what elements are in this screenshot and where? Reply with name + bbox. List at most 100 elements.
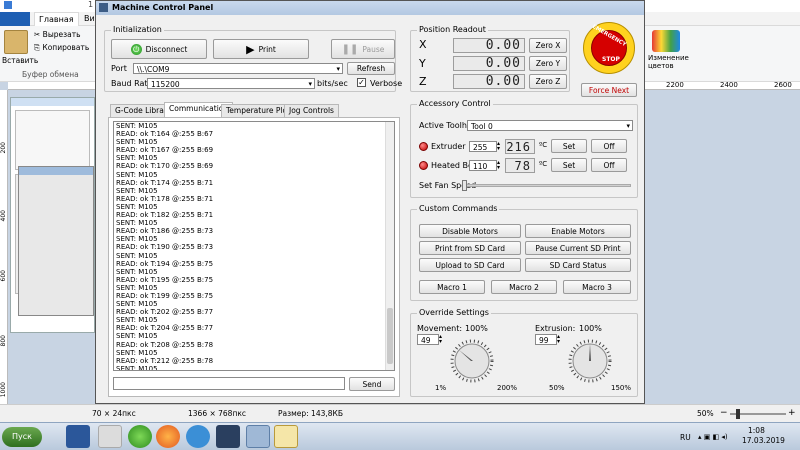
macro-3-button[interactable]: Macro 3: [563, 280, 631, 294]
firefox-taskbar-icon[interactable]: [156, 425, 180, 448]
estop-text-bottom: STOP: [602, 56, 620, 63]
extruder-set-button[interactable]: Set: [551, 139, 587, 153]
extrusion-max: 150%: [611, 384, 632, 392]
position-readout-label: Position Readout: [417, 25, 488, 34]
language-indicator[interactable]: RU: [680, 433, 691, 442]
log-line: SENT: M105: [116, 170, 158, 179]
paint-taskbar-icon[interactable]: [274, 425, 298, 448]
bed-temp-readout: 78: [505, 158, 535, 173]
log-line: READ: ok T:199 @:255 B:75: [116, 291, 214, 300]
extruder-target-input[interactable]: 255: [469, 141, 497, 152]
baud-rate-select[interactable]: 115200 ▾: [147, 78, 315, 89]
extrusion-input[interactable]: 99: [535, 334, 557, 345]
log-line: READ: ok T:167 @:255 B:69: [116, 146, 214, 155]
disconnect-button[interactable]: ⏻ Disconnect: [111, 39, 207, 59]
tab-home[interactable]: Главная: [34, 12, 79, 26]
bed-off-button[interactable]: Off: [591, 158, 627, 172]
emergency-stop-button[interactable]: EMERGENCY STOP: [583, 22, 635, 74]
fan-speed-slider[interactable]: [462, 180, 631, 191]
port-select[interactable]: \\.\COM9 ▾: [133, 63, 343, 74]
macro-1-button[interactable]: Macro 1: [419, 280, 485, 294]
custom-commands-label: Custom Commands: [417, 204, 500, 213]
log-scrollbar[interactable]: [385, 122, 394, 370]
print-button[interactable]: ▶ Print: [213, 39, 309, 59]
override-settings-group: Override Settings Movement: 100% 49 ▴ ▾ 1…: [410, 308, 638, 397]
extrusion-percent: 100%: [579, 324, 602, 333]
tab-file[interactable]: [0, 12, 30, 26]
extruder-off-button[interactable]: Off: [591, 139, 627, 153]
toolhead-select[interactable]: Tool 0 ▾: [467, 120, 633, 131]
zoom-slider[interactable]: [730, 409, 786, 419]
zoom-slider-thumb[interactable]: [736, 409, 740, 419]
explorer-taskbar-icon[interactable]: [98, 425, 122, 448]
zero-x-button[interactable]: Zero X: [529, 38, 567, 53]
tab-jog-controls[interactable]: Jog Controls: [284, 104, 339, 117]
cut-button[interactable]: ✂ Вырезать: [34, 30, 81, 39]
initialization-label: Initialization: [111, 25, 164, 34]
bed-set-button[interactable]: Set: [551, 158, 587, 172]
start-button[interactable]: Пуск: [2, 427, 42, 447]
window-title: Machine Control Panel: [112, 3, 214, 12]
extrusion-spinner[interactable]: ▴ ▾: [557, 334, 560, 345]
x-axis-label: X: [419, 38, 427, 51]
fan-speed-thumb[interactable]: [462, 180, 467, 191]
log-scroll-thumb[interactable]: [387, 308, 393, 364]
clock-time[interactable]: 1:08: [748, 426, 765, 435]
mcp-titlebar[interactable]: Machine Control Panel: [96, 1, 644, 15]
zero-z-button[interactable]: Zero Z: [529, 74, 567, 89]
save-taskbar-icon[interactable]: [66, 425, 90, 448]
repetier-taskbar-icon[interactable]: [246, 425, 270, 448]
refresh-button[interactable]: Refresh: [347, 62, 395, 75]
zoom-out-icon[interactable]: −: [720, 408, 728, 418]
edit-colors-button[interactable]: Изменение цветов: [648, 54, 689, 70]
selection-size: 70 × 24пкс: [92, 409, 136, 418]
command-input[interactable]: [113, 377, 345, 390]
log-line: READ: ok T:190 @:255 B:73: [116, 243, 214, 252]
sd-card-status-button[interactable]: SD Card Status: [525, 258, 631, 272]
arduino-like-taskbar-icon[interactable]: [216, 425, 240, 448]
macro-2-button[interactable]: Macro 2: [491, 280, 557, 294]
movement-label: Movement:: [417, 324, 463, 333]
z-position-value: 0.00: [453, 74, 525, 89]
extrusion-knob[interactable]: [565, 336, 615, 386]
color-palette-icon: [652, 30, 680, 52]
bed-target-input[interactable]: 110: [469, 160, 497, 171]
log-line: SENT: M105: [116, 138, 158, 147]
log-line: READ: ok T:182 @:255 B:71: [116, 211, 214, 220]
verbose-checkbox[interactable]: ✓: [357, 78, 366, 87]
log-line: SENT: M105: [116, 202, 158, 211]
app-blue-taskbar-icon[interactable]: [186, 425, 210, 448]
log-line: SENT: M105: [116, 219, 158, 228]
paste-button[interactable]: Вставить: [2, 56, 38, 65]
movement-input[interactable]: 49: [417, 334, 439, 345]
print-from-sd-button[interactable]: Print from SD Card: [419, 241, 521, 255]
copy-button[interactable]: ⎘ Копировать: [34, 43, 89, 53]
pause-button[interactable]: ❚❚ Pause: [331, 39, 395, 59]
movement-spinner[interactable]: ▴ ▾: [439, 334, 442, 345]
force-next-button[interactable]: Force Next: [581, 83, 637, 97]
app-green-taskbar-icon[interactable]: [128, 425, 152, 448]
extruder-spinner[interactable]: ▴ ▾: [497, 141, 500, 152]
tab-bar: G-Code Library Communication Temperature…: [110, 102, 396, 118]
enable-motors-button[interactable]: Enable Motors: [525, 224, 631, 238]
extruder-status-led: [419, 142, 428, 151]
extruder-temp-readout: 216: [505, 139, 535, 154]
movement-knob[interactable]: [447, 336, 497, 386]
log-line: READ: ok T:174 @:255 B:71: [116, 178, 214, 187]
communication-log[interactable]: SENT: M105 READ: ok T:164 @:255 B:67 SENT:…: [113, 121, 395, 371]
pause-sd-print-button[interactable]: Pause Current SD Print: [525, 241, 631, 255]
upload-sd-button[interactable]: Upload to SD Card: [419, 258, 521, 272]
log-line: SENT: M105: [116, 283, 158, 292]
zero-y-button[interactable]: Zero Y: [529, 56, 567, 71]
play-icon: ▶: [246, 42, 255, 56]
disable-motors-button[interactable]: Disable Motors: [419, 224, 521, 238]
z-axis-label: Z: [419, 75, 427, 88]
log-line: SENT: M105: [116, 235, 158, 244]
clock-date[interactable]: 17.03.2019: [742, 436, 785, 445]
y-axis-label: Y: [419, 57, 426, 70]
extruder-unit: ºC: [539, 141, 548, 149]
zoom-in-icon[interactable]: +: [788, 408, 796, 418]
send-button[interactable]: Send: [349, 377, 395, 391]
bed-spinner[interactable]: ▴ ▾: [497, 160, 500, 171]
tray-icons[interactable]: ▴ ▣ ◧ ◂): [698, 433, 728, 441]
